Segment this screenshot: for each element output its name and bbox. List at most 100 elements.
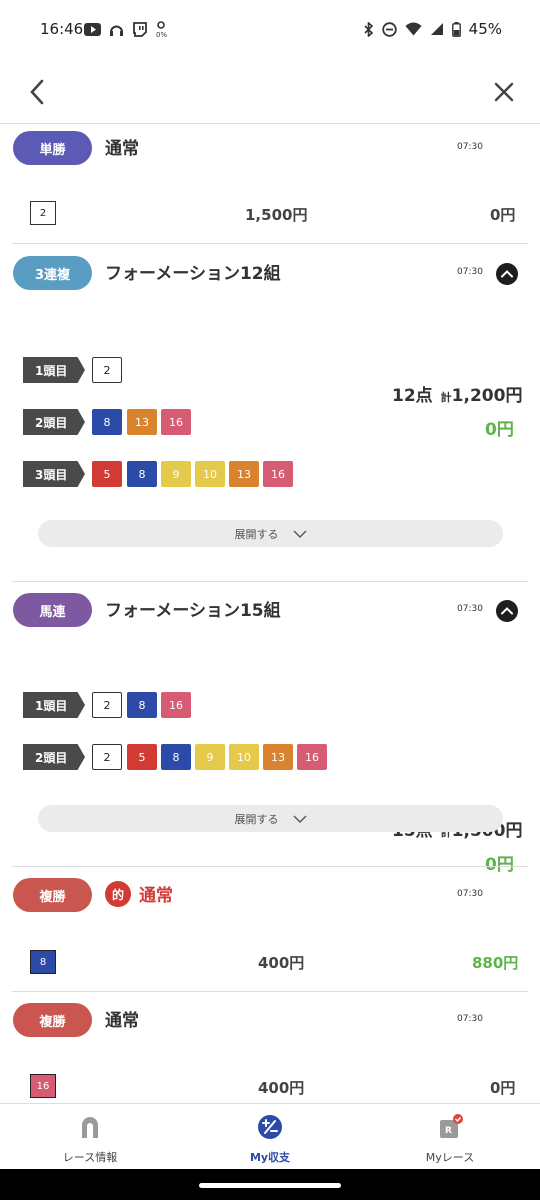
horse-number: 16 [297,744,327,770]
horse-number: 13 [263,744,293,770]
collapse-toggle-button[interactable] [496,263,518,285]
nav-my-race[interactable]: R Myレース [390,1114,510,1165]
bet-type-pill: 馬連 [13,593,92,627]
position-tag-1: 1頭目 [23,692,85,718]
race-card-icon: R [440,1114,463,1138]
bluetooth-icon [364,21,373,37]
total-prefix: 計 [440,391,452,404]
chevron-down-icon [293,815,306,823]
race-time: 07:30 [457,604,483,614]
bet-type-pill: 単勝 [13,131,92,165]
horse-number: 13 [127,409,157,435]
payout-amount: 880円 [472,954,519,972]
points-count: 12点 [392,386,433,406]
points-total: 12点 計1,200円 [392,381,522,406]
payout-amount: 0円 [485,420,514,440]
race-time: 07:30 [457,267,483,277]
payout-amount: 0円 [490,206,516,224]
expand-label: 展開する [234,812,279,826]
stake-amount: 400円 [258,1079,305,1097]
nav-my-balance[interactable]: My収支 [210,1114,330,1165]
do-not-disturb-icon [381,21,397,37]
svg-text:0%: 0% [156,31,167,38]
position-tag-3: 3頭目 [23,461,85,487]
nav-race-info[interactable]: レース情報 [30,1114,150,1165]
bet-type-pill: 3連複 [13,256,92,290]
expand-button[interactable]: 展開する [38,805,503,832]
status-bar: 16:46 0% 45% [0,0,540,60]
battery-icon [451,21,461,37]
bet-title: 通常 [139,886,173,906]
horse-number: 5 [92,461,122,487]
horse-number: 2 [92,357,122,383]
horse-number: 13 [229,461,259,487]
chevron-left-icon [30,79,44,105]
horse-number: 9 [195,744,225,770]
home-gesture-bar[interactable] [199,1183,341,1188]
horseshoe-icon [82,1117,98,1138]
bet-type-pill: 複勝 [13,878,92,912]
nav-label: Myレース [425,1151,475,1164]
bet-card-place-hit[interactable]: 複勝 的 通常 07:30 8 400円 880円 [0,867,540,992]
bet-card-tansho[interactable]: 単勝 通常 07:30 2 1,500円 0円 [0,124,540,244]
back-button[interactable] [26,78,50,106]
horse-number: 9 [161,461,191,487]
bet-card-place[interactable]: 複勝 通常 07:30 16 400円 0円 [0,992,540,1103]
wifi-icon [405,22,422,36]
horse-number-box: 2 [30,201,56,225]
top-navigation-bar [0,60,540,124]
nav-label: My収支 [249,1151,291,1164]
race-time: 07:30 [457,1014,483,1024]
bet-history-list[interactable]: 単勝 通常 07:30 2 1,500円 0円 3連複 フォーメーション12組 … [0,124,540,1103]
race-time: 07:30 [457,142,483,152]
horse-number: 5 [127,744,157,770]
signal-icon [430,23,443,35]
race-time: 07:30 [457,889,483,899]
horse-number: 8 [92,409,122,435]
horse-number: 8 [127,461,157,487]
position-tag-1: 1頭目 [23,357,85,383]
youtube-icon [84,23,101,36]
bottom-navigation-bar: レース情報 My収支 R Myレース [0,1103,540,1169]
chevron-up-icon [501,607,513,615]
data-saver-icon: 0% [156,21,167,38]
expand-button[interactable]: 展開する [38,520,503,547]
horse-number-box: 8 [30,950,56,974]
horse-number: 10 [229,744,259,770]
notification-icons: 0% [84,21,167,38]
battery-percentage: 45% [468,20,502,38]
payout-amount: 0円 [490,1079,516,1097]
headphones-icon [110,25,123,36]
bet-title: 通常 [105,139,139,159]
horse-number: 16 [263,461,293,487]
bet-title: 通常 [105,1011,139,1031]
horse-number: 16 [161,692,191,718]
bet-title: フォーメーション15組 [105,601,281,621]
bet-type-pill: 複勝 [13,1003,92,1037]
position-tag-2: 2頭目 [23,744,85,770]
position-tag-2: 2頭目 [23,409,85,435]
stake-amount: 400円 [258,954,305,972]
status-time: 16:46 [40,20,84,38]
chevron-down-icon [293,530,306,538]
nav-label: レース情報 [62,1151,118,1164]
horse-number: 10 [195,461,225,487]
svg-text:R: R [445,1126,452,1136]
horse-number: 2 [92,744,122,770]
close-button[interactable] [492,80,516,104]
chevron-up-icon [501,270,513,278]
expand-label: 展開する [234,527,279,541]
close-icon [494,82,514,102]
plus-minus-icon [258,1115,282,1139]
bet-card-trio-formation[interactable]: 3連複 フォーメーション12組 07:30 1頭目 2 2頭目 8 13 16 … [0,244,540,581]
twitch-icon [133,22,147,37]
stake-amount: 1,500円 [245,206,308,224]
total-amount: 1,200円 [451,386,523,406]
horse-number: 8 [127,692,157,718]
collapse-toggle-button[interactable] [496,600,518,622]
horse-number: 8 [161,744,191,770]
horse-number: 2 [92,692,122,718]
horse-number-box: 16 [30,1074,56,1098]
bet-title: フォーメーション12組 [105,264,281,284]
system-icons: 45% [363,20,502,38]
